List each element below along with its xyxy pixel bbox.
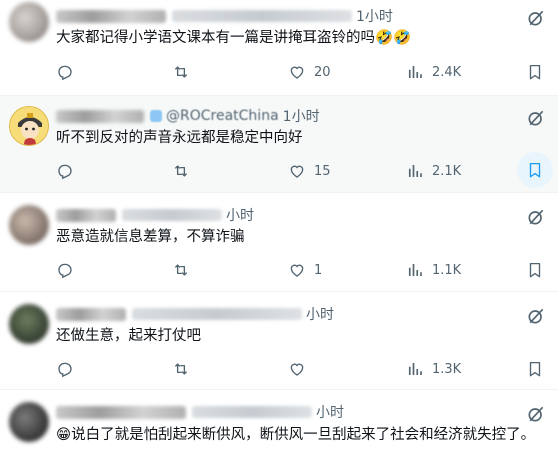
repost-icon [174,363,188,375]
tweet-3[interactable]: 小时 恶意造就信息差算，不算诈骗 1 1.1K [0,193,558,292]
verified-badge-icon [150,110,162,122]
grok-icon[interactable] [526,8,546,28]
tweet-actions: 20 2.4K [56,60,548,84]
views-icon [408,66,422,78]
views-button[interactable]: 2.4K [406,60,461,84]
tweet-header: @ROCreatChina 1小时 [56,106,320,126]
repost-button[interactable] [172,357,190,381]
repost-icon [174,66,188,78]
tweet-text: 还做生意，起来打仗吧 [56,328,201,344]
author-handle[interactable]: @ROCreatChina [166,108,279,124]
views-count: 2.4K [432,64,462,80]
grok-icon[interactable] [526,207,546,227]
like-count: 20 [314,64,331,80]
timestamp[interactable]: 1小时 [283,106,320,126]
reply-button[interactable] [56,357,74,381]
like-count: 15 [314,163,331,179]
repost-button[interactable] [172,258,190,282]
bookmark-icon [529,262,541,278]
views-count: 2.1K [432,163,462,179]
grok-icon[interactable] [526,404,546,424]
views-icon [408,363,422,375]
tweet-5[interactable]: 小时 😁说白了就是怕刮起来断供风，断供风一旦刮起来了社会和经济就失控了。 [0,390,558,450]
avatar[interactable] [9,106,49,146]
tweet-header: 小时 [56,205,254,225]
like-icon [290,264,304,277]
author-name-blurred[interactable] [56,307,126,321]
like-icon [290,165,304,178]
avatar[interactable] [9,402,49,442]
rofl-emoji: 🤣🤣 [375,30,412,46]
tweet-text: 😁说白了就是怕刮起来断供风，断供风一旦刮起来了社会和经济就失控了。 [56,427,536,443]
avatar[interactable] [9,205,49,245]
author-handle-blurred[interactable] [192,406,312,418]
avatar[interactable] [9,2,49,42]
like-button[interactable]: 15 [288,159,331,183]
repost-icon [174,165,188,177]
timestamp[interactable]: 1小时 [356,6,393,26]
reply-button[interactable] [56,159,74,183]
like-button[interactable]: 1 [288,258,322,282]
views-icon [408,264,422,276]
like-count: 1 [314,262,323,278]
timestamp[interactable]: 小时 [226,205,254,225]
tweet-actions: 1 1.1K [56,258,548,282]
repost-button[interactable] [172,159,190,183]
like-button[interactable] [288,357,306,381]
reply-icon [58,164,72,180]
author-handle-blurred[interactable] [132,308,302,320]
grok-icon[interactable] [526,306,546,326]
views-icon [408,165,422,177]
reply-button[interactable] [56,258,74,282]
like-button[interactable]: 20 [288,60,331,84]
tweet-text: 恶意造就信息差算，不算诈骗 [56,229,245,245]
views-count: 1.1K [432,262,462,278]
tweet-text: 听不到反对的声音永远都是稳定中向好 [56,130,303,146]
views-button[interactable]: 2.1K [406,159,461,183]
author-name-blurred[interactable] [56,109,144,123]
views-button[interactable]: 1.1K [406,258,461,282]
views-count: 1.3K [432,361,462,377]
tweet-actions: 1.3K [56,357,548,381]
tweet-actions: 15 2.1K [56,152,553,188]
bookmark-button[interactable] [526,60,544,84]
author-handle-blurred[interactable] [172,10,352,22]
bookmark-button[interactable] [526,258,544,282]
bookmark-icon [529,361,541,377]
tweet-header: 1小时 [56,6,393,26]
avatar[interactable] [9,304,49,344]
repost-icon [174,264,188,276]
like-icon [290,66,304,79]
author-name-blurred[interactable] [56,405,186,419]
bookmark-button-active[interactable] [517,152,553,188]
author-handle-blurred[interactable] [122,209,222,221]
tweet-1[interactable]: 1小时 大家都记得小学语文课本有一篇是讲掩耳盗铃的吗🤣🤣 20 2.4K [0,0,558,96]
tweet-2[interactable]: @ROCreatChina 1小时 听不到反对的声音永远都是稳定中向好 15 2… [0,96,558,193]
reply-icon [58,65,72,81]
timestamp[interactable]: 小时 [306,304,334,324]
bookmark-icon [529,162,541,178]
tweet-header: 小时 [56,304,334,324]
tweet-4[interactable]: 小时 还做生意，起来打仗吧 1.3K [0,292,558,390]
reply-icon [58,263,72,279]
author-name-blurred[interactable] [56,208,116,222]
like-icon [290,363,304,376]
bookmark-icon [529,64,541,80]
tweet-header: 小时 [56,402,344,422]
reply-icon [58,362,72,378]
reply-button[interactable] [56,60,74,84]
repost-button[interactable] [172,60,190,84]
tweet-text: 大家都记得小学语文课本有一篇是讲掩耳盗铃的吗🤣🤣 [56,30,412,46]
bookmark-button[interactable] [526,357,544,381]
cartoon-avatar-icon [10,107,48,145]
grok-icon[interactable] [526,108,546,128]
grin-emoji: 😁 [56,427,72,443]
author-name-blurred[interactable] [56,9,166,23]
views-button[interactable]: 1.3K [406,357,461,381]
timestamp[interactable]: 小时 [316,402,344,422]
